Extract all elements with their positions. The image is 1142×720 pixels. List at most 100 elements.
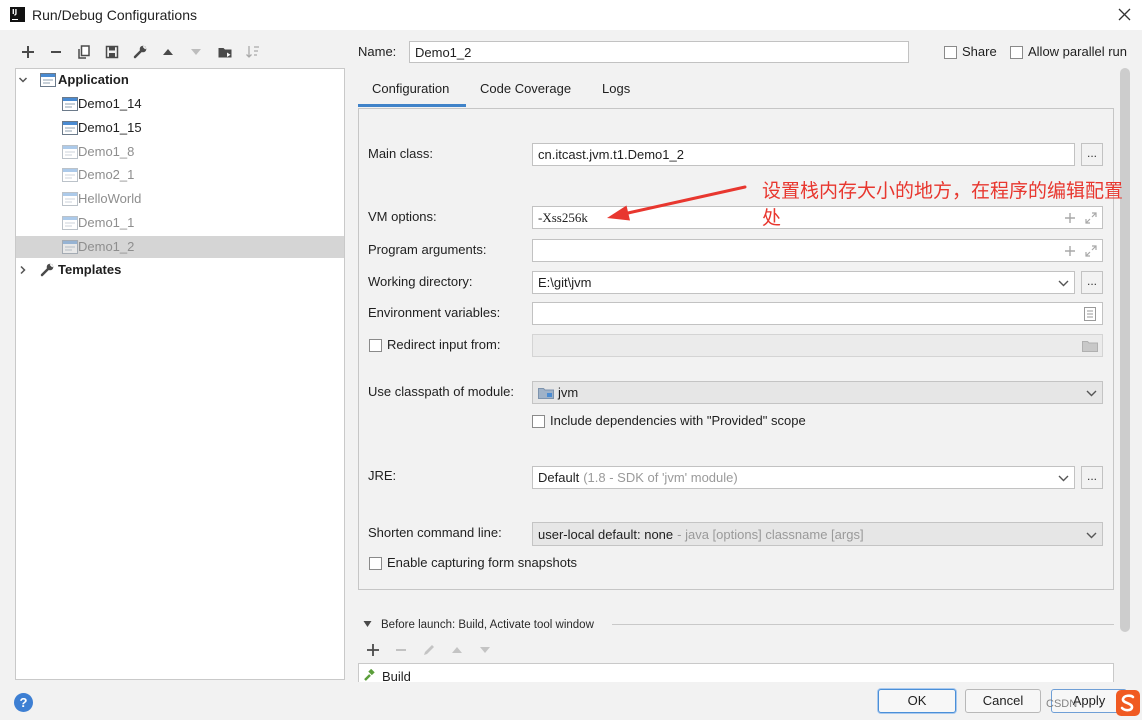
program-arguments-input[interactable] bbox=[532, 239, 1103, 262]
close-icon[interactable] bbox=[1118, 8, 1131, 21]
wrench-icon bbox=[39, 262, 55, 278]
help-icon[interactable]: ? bbox=[14, 693, 33, 712]
jre-label: JRE: bbox=[368, 468, 397, 483]
redirect-input-field bbox=[532, 334, 1103, 357]
classpath-module-value: jvm bbox=[558, 385, 579, 400]
tree-item-label: Demo1_8 bbox=[78, 144, 135, 159]
before-launch-task-list: Build bbox=[358, 663, 1114, 682]
move-up-icon[interactable] bbox=[160, 44, 176, 60]
tree-item-label: Demo1_2 bbox=[78, 239, 135, 254]
application-icon bbox=[40, 73, 56, 87]
shorten-command-line-value: user-local default: none bbox=[538, 527, 674, 542]
chevron-down-icon[interactable] bbox=[1086, 388, 1097, 398]
annotation-text: 设置栈内存大小的地方，在程序的编辑配置处 bbox=[762, 180, 1124, 229]
add-icon[interactable] bbox=[20, 44, 36, 60]
share-checkbox[interactable] bbox=[944, 46, 957, 59]
tree-item-config[interactable]: Demo1_1 bbox=[16, 212, 344, 234]
run-config-icon bbox=[62, 97, 78, 111]
expand-icon[interactable] bbox=[1085, 245, 1097, 257]
window-title: Run/Debug Configurations bbox=[32, 7, 197, 23]
chevron-down-icon[interactable] bbox=[1086, 530, 1097, 540]
include-provided-checkbox[interactable] bbox=[532, 415, 545, 428]
add-icon[interactable] bbox=[1064, 245, 1076, 257]
tab-configuration[interactable]: Configuration bbox=[372, 81, 449, 97]
cancel-button[interactable]: Cancel bbox=[965, 689, 1041, 713]
run-config-icon bbox=[62, 192, 78, 206]
redirect-input-label: Redirect input from: bbox=[387, 337, 501, 352]
tree-node-label: Templates bbox=[58, 262, 122, 277]
app-icon-bar bbox=[12, 19, 18, 20]
shorten-combo-text: user-local default: none - java [options]… bbox=[538, 527, 864, 543]
vertical-scrollbar[interactable] bbox=[1120, 68, 1130, 632]
working-directory-combo[interactable]: E:\git\jvm bbox=[532, 271, 1075, 294]
tree-node-application[interactable]: Application bbox=[16, 69, 344, 91]
jre-combo[interactable]: Default (1.8 - SDK of 'jvm' module) bbox=[532, 466, 1075, 489]
shorten-command-line-hint: - java [options] classname [args] bbox=[677, 527, 864, 542]
allow-parallel-run-checkbox[interactable] bbox=[1010, 46, 1023, 59]
run-config-icon bbox=[62, 168, 78, 182]
app-icon-letters: IJ bbox=[12, 8, 18, 16]
add-icon[interactable] bbox=[366, 643, 380, 657]
working-directory-browse-button[interactable]: ... bbox=[1081, 271, 1103, 294]
tab-code-coverage[interactable]: Code Coverage bbox=[480, 81, 571, 97]
program-arguments-label: Program arguments: bbox=[368, 242, 487, 257]
move-down-icon[interactable] bbox=[188, 44, 204, 60]
build-icon bbox=[363, 669, 375, 681]
intellij-icon: IJ bbox=[10, 7, 25, 22]
main-class-input[interactable]: cn.itcast.jvm.t1.Demo1_2 bbox=[532, 143, 1075, 166]
vm-options-label: VM options: bbox=[368, 209, 437, 224]
environment-variables-input[interactable] bbox=[532, 302, 1103, 325]
tab-logs[interactable]: Logs bbox=[602, 81, 630, 97]
edit-icon bbox=[422, 643, 436, 657]
form-snapshots-label: Enable capturing form snapshots bbox=[387, 555, 578, 570]
jre-combo-text: Default (1.8 - SDK of 'jvm' module) bbox=[538, 470, 738, 486]
main-class-value: cn.itcast.jvm.t1.Demo1_2 bbox=[538, 147, 684, 162]
sort-icon[interactable] bbox=[245, 44, 261, 60]
name-input[interactable]: Demo1_2 bbox=[409, 41, 909, 63]
chevron-down-icon[interactable] bbox=[18, 75, 28, 85]
chevron-down-icon[interactable] bbox=[1058, 278, 1069, 288]
redirect-input-checkbox[interactable] bbox=[369, 339, 382, 352]
share-label: Share bbox=[962, 44, 997, 59]
before-launch-divider bbox=[612, 624, 1114, 625]
jre-hint: (1.8 - SDK of 'jvm' module) bbox=[583, 470, 738, 485]
shorten-command-line-combo[interactable]: user-local default: none - java [options]… bbox=[532, 522, 1103, 546]
before-launch-task[interactable]: Build bbox=[382, 669, 411, 682]
classpath-module-combo[interactable]: jvm bbox=[532, 381, 1103, 404]
tree-item-config[interactable]: Demo1_15 bbox=[16, 117, 344, 139]
tree-item-config[interactable]: Demo1_14 bbox=[16, 93, 344, 115]
save-icon[interactable] bbox=[104, 44, 120, 60]
chevron-down-icon[interactable] bbox=[1058, 473, 1069, 483]
wrench-icon[interactable] bbox=[132, 44, 148, 60]
run-config-icon bbox=[62, 240, 78, 254]
folder-icon bbox=[1082, 340, 1098, 352]
move-up-icon bbox=[450, 643, 464, 657]
vm-options-value: -Xss256k bbox=[538, 210, 588, 225]
main-class-browse-button[interactable]: ... bbox=[1081, 143, 1103, 166]
move-down-icon bbox=[478, 643, 492, 657]
before-launch-label[interactable]: Before launch: Build, Activate tool wind… bbox=[381, 617, 594, 633]
document-icon[interactable] bbox=[1084, 307, 1096, 321]
tree-item-config[interactable]: Demo1_2 bbox=[16, 236, 344, 258]
name-label: Name: bbox=[358, 44, 397, 59]
copy-icon[interactable] bbox=[76, 44, 92, 60]
tree-item-label: Demo1_14 bbox=[78, 96, 142, 111]
working-directory-value: E:\git\jvm bbox=[538, 275, 592, 290]
tree-item-config[interactable]: HelloWorld bbox=[16, 188, 344, 210]
remove-icon[interactable] bbox=[48, 44, 64, 60]
tree-item-config[interactable]: Demo2_1 bbox=[16, 164, 344, 186]
move-to-folder-icon[interactable] bbox=[217, 44, 233, 60]
remove-icon bbox=[394, 643, 408, 657]
chevron-right-icon[interactable] bbox=[18, 265, 28, 275]
selected-tab-indicator bbox=[358, 104, 466, 107]
environment-variables-label: Environment variables: bbox=[368, 305, 501, 320]
jre-value: Default bbox=[538, 470, 580, 485]
collapse-triangle-icon[interactable] bbox=[363, 620, 372, 628]
jre-browse-button[interactable]: ... bbox=[1081, 466, 1103, 489]
shorten-command-line-label: Shorten command line: bbox=[368, 525, 502, 540]
tree-node-templates[interactable]: Templates bbox=[16, 259, 344, 281]
form-snapshots-checkbox[interactable] bbox=[369, 557, 382, 570]
tree-item-config[interactable]: Demo1_8 bbox=[16, 141, 344, 163]
watermark-text: CSDN bbox=[1046, 698, 1078, 710]
ok-button[interactable]: OK bbox=[878, 689, 956, 713]
